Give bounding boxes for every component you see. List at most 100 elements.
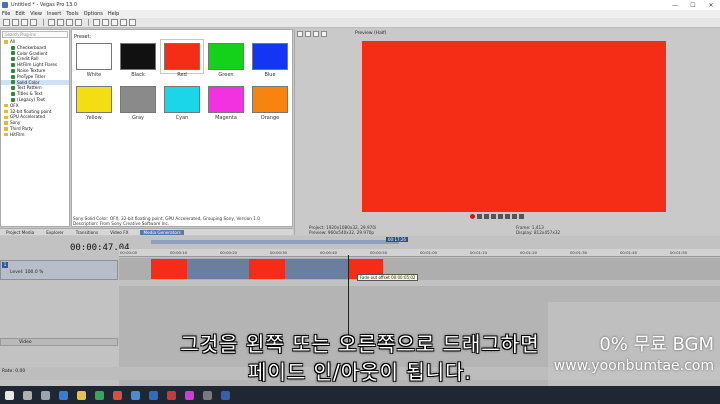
- fx-icon[interactable]: [313, 31, 319, 37]
- tab-video-fx[interactable]: Video FX: [110, 230, 128, 235]
- plugin-icon: [11, 80, 15, 85]
- menu-insert[interactable]: Insert: [47, 11, 61, 17]
- maximize-button[interactable]: ☐: [684, 0, 702, 10]
- redo-icon[interactable]: [102, 19, 109, 26]
- main-toolbar: [0, 18, 720, 28]
- subtitle-line2: 페이드 인/아웃이 됩니다.: [248, 360, 472, 384]
- tab-media-generators[interactable]: Media Generators: [140, 229, 184, 235]
- clip-red[interactable]: [249, 259, 285, 279]
- project-info: Project: 1920x1080x32, 29.970i Preview: …: [309, 225, 376, 235]
- new-project-icon[interactable]: [3, 19, 10, 26]
- preset-swatch[interactable]: [252, 43, 288, 70]
- menu-options[interactable]: Options: [84, 11, 103, 17]
- stop-icon[interactable]: [505, 214, 510, 219]
- preset-swatch[interactable]: [76, 86, 112, 113]
- acrobat-icon[interactable]: [166, 390, 176, 400]
- track-level: Level: 100.0 %: [10, 270, 44, 275]
- vegas-taskbar-icon[interactable]: [220, 390, 230, 400]
- preset-swatch[interactable]: [252, 86, 288, 113]
- preset-swatch[interactable]: [120, 43, 156, 70]
- external-monitor-icon[interactable]: [305, 31, 311, 37]
- vegas-window: Untitled * - Vegas Pro 13.0 — ☐ ✕ File E…: [0, 0, 720, 404]
- split-screen-icon[interactable]: [321, 31, 327, 37]
- preset-swatch[interactable]: [120, 86, 156, 113]
- playback-rate: Rate: 0.00: [2, 369, 26, 374]
- chrome-icon[interactable]: [94, 390, 104, 400]
- go-start-icon[interactable]: [512, 214, 517, 219]
- menu-edit[interactable]: Edit: [15, 11, 25, 17]
- folder-icon: [4, 115, 8, 119]
- preset-swatch[interactable]: [208, 86, 244, 113]
- menu-view[interactable]: View: [30, 11, 42, 17]
- preset-swatch-label: Magenta: [215, 115, 237, 121]
- plugin-icon: [11, 63, 15, 68]
- ruler-tick-label: 00:00:00: [120, 250, 138, 255]
- task-view-icon[interactable]: [40, 390, 50, 400]
- menu-tools[interactable]: Tools: [66, 11, 78, 17]
- clip-transition[interactable]: [285, 259, 349, 279]
- tab-transitions[interactable]: Transitions: [76, 230, 98, 235]
- plugin-icon: [11, 74, 15, 79]
- plugin-tree-label: HitFilm: [10, 131, 25, 137]
- explorer-icon[interactable]: [76, 390, 86, 400]
- menu-file[interactable]: File: [2, 11, 10, 17]
- plugin-search-input[interactable]: Search Plug-ins: [2, 31, 68, 38]
- loop-region[interactable]: [151, 240, 399, 244]
- cut-icon[interactable]: [48, 19, 55, 26]
- ruler-tick-label: 00:01:00: [420, 250, 438, 255]
- clip-red[interactable]: [151, 259, 187, 279]
- minimize-button[interactable]: —: [666, 0, 684, 10]
- plugin-tree-pane: Search Plug-ins All Checkerboard Color Gra…: [0, 29, 70, 227]
- preview-quality-dropdown[interactable]: Preview (Half): [355, 31, 386, 36]
- edit-tool-icon[interactable]: [111, 19, 118, 26]
- app-icon[interactable]: [184, 390, 194, 400]
- save-icon[interactable]: [21, 19, 28, 26]
- record-icon[interactable]: [470, 214, 475, 219]
- plugin-tree-item[interactable]: HitFilm: [1, 132, 69, 138]
- tab-explorer[interactable]: Explorer: [46, 230, 63, 235]
- play-icon[interactable]: [491, 214, 496, 219]
- properties-icon[interactable]: [30, 19, 37, 26]
- timeline-ruler[interactable]: 00:00:00 00:00:10 00:00:20 00:00:30 00:00:40…: [119, 249, 720, 257]
- preset-swatch[interactable]: [164, 86, 200, 113]
- paste-icon[interactable]: [66, 19, 73, 26]
- clip-transition[interactable]: [187, 259, 249, 279]
- preset-swatch[interactable]: [161, 40, 203, 73]
- preset-swatch[interactable]: [208, 43, 244, 70]
- ruler-tick-label: 00:01:50: [670, 250, 688, 255]
- video-track-lane[interactable]: [119, 258, 720, 280]
- close-button[interactable]: ✕: [702, 0, 720, 10]
- loop-region-length: 00:17;26: [386, 237, 408, 242]
- go-end-icon[interactable]: [519, 214, 524, 219]
- play-from-start-icon[interactable]: [484, 214, 489, 219]
- preset-swatch[interactable]: [76, 43, 112, 70]
- ruler-tick-label: 00:00:50: [370, 250, 388, 255]
- copy-icon[interactable]: [57, 19, 64, 26]
- delete-icon[interactable]: [75, 19, 82, 26]
- open-icon[interactable]: [12, 19, 19, 26]
- menu-help[interactable]: Help: [108, 11, 119, 17]
- subtitle-line1: 그것을 왼쪽 또는 오른쪽으로 드래그하면: [180, 332, 540, 356]
- word-icon[interactable]: [148, 390, 158, 400]
- video-track-header[interactable]: 1 Level: 100.0 %: [0, 260, 118, 280]
- windows-taskbar: [0, 386, 720, 404]
- plugin-tree-label: All: [10, 39, 16, 44]
- envelope-tool-icon[interactable]: [120, 19, 127, 26]
- start-icon[interactable]: [4, 390, 14, 400]
- app-icon[interactable]: [130, 390, 140, 400]
- app-icon[interactable]: [112, 390, 122, 400]
- ruler-tick-label: 00:01:10: [470, 250, 488, 255]
- preview-properties-icon[interactable]: [297, 31, 303, 37]
- tab-project-media[interactable]: Project Media: [6, 230, 34, 235]
- ruler-tick-label: 00:00:20: [220, 250, 238, 255]
- pause-icon[interactable]: [498, 214, 503, 219]
- loop-icon[interactable]: [477, 214, 482, 219]
- search-icon[interactable]: [22, 390, 32, 400]
- help-icon[interactable]: [129, 19, 136, 26]
- folder-icon: [4, 132, 8, 137]
- undo-icon[interactable]: [93, 19, 100, 26]
- preset-swatch-label: Cyan: [175, 115, 189, 121]
- edge-icon[interactable]: [58, 390, 68, 400]
- track-number: 1: [2, 262, 8, 268]
- app-icon[interactable]: [202, 390, 212, 400]
